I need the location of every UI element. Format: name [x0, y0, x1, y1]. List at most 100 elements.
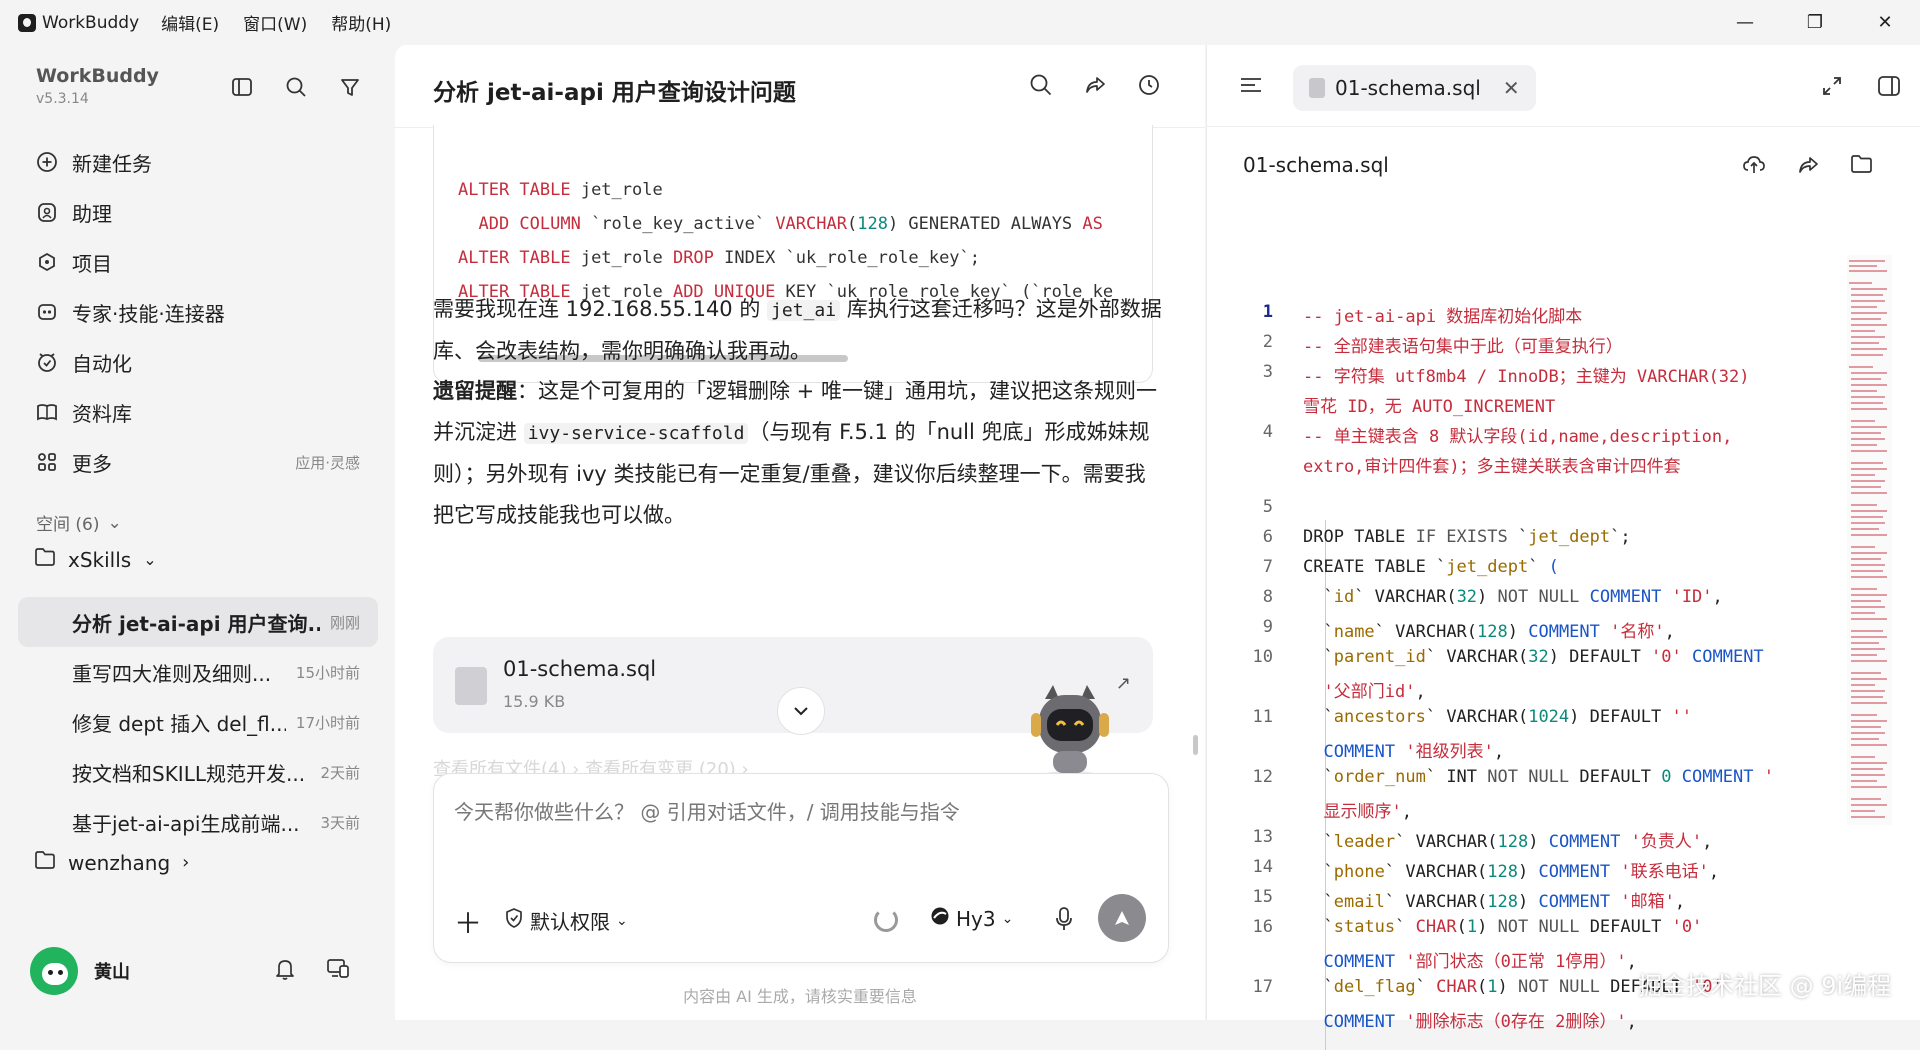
toggle-sidebar-icon[interactable]: [230, 75, 254, 99]
tab-file[interactable]: 01-schema.sql ✕: [1293, 65, 1536, 111]
nav-expert[interactable]: 专家·技能·连接器: [34, 287, 374, 337]
chevron-right-icon: ›: [182, 852, 190, 873]
model-logo-icon: [930, 906, 950, 931]
task-title: 基于jet-ai-api生成前端...: [72, 811, 300, 836]
line-number: 17: [1252, 977, 1273, 997]
send-button[interactable]: [1098, 894, 1146, 942]
line-number: 1: [1262, 302, 1273, 322]
line-number: 10: [1252, 647, 1273, 667]
nav-label: 项目: [72, 251, 112, 276]
user-bar: 黄山: [30, 947, 370, 995]
permission-label: 默认权限: [530, 910, 610, 934]
history-icon[interactable]: [1137, 73, 1161, 101]
assistant-icon: [34, 199, 60, 225]
menu-edit[interactable]: 编辑(E): [161, 10, 219, 35]
loading-spinner-icon: [874, 908, 898, 932]
code-minimap[interactable]: [1847, 255, 1892, 825]
bell-icon[interactable]: [274, 957, 296, 985]
close-window-button[interactable]: ✕: [1850, 0, 1920, 45]
file-size: 15.9 KB: [503, 692, 566, 711]
tab-label: 01-schema.sql: [1335, 76, 1481, 100]
space-header[interactable]: 空间 (6) ⌄: [36, 510, 122, 536]
filter-icon[interactable]: [338, 75, 362, 99]
code-line: -- 全部建表语句集中于此（可重复执行）: [1303, 337, 1623, 357]
code-line: 显示顺序',: [1323, 802, 1412, 822]
app-name: WorkBuddy: [42, 12, 140, 33]
microphone-icon[interactable]: [1054, 906, 1074, 936]
model-selector[interactable]: Hy3 ⌄: [930, 906, 1013, 931]
code-line: -- 字符集 utf8mb4 / InnoDB；主键为 VARCHAR(32): [1303, 367, 1750, 387]
nav-label: 专家·技能·连接器: [72, 301, 225, 326]
menu-help[interactable]: 帮助(H): [331, 10, 391, 35]
automation-icon: [34, 349, 60, 375]
folder-xskills[interactable]: xSkills ⌄: [34, 547, 157, 572]
task-title: 分析 jet-ai-api 用户查询...: [72, 611, 320, 636]
line-number: 14: [1252, 857, 1273, 877]
line-number: 4: [1262, 422, 1273, 442]
more-grid-icon: [34, 449, 60, 475]
code-line: CREATE TABLE `jet_dept` (: [1303, 557, 1559, 577]
chat-panel: 分析 jet-ai-api 用户查询设计问题 ALTER TABLE jet_r…: [395, 45, 1205, 1020]
search-icon[interactable]: [284, 75, 308, 99]
minimize-button[interactable]: —: [1710, 0, 1780, 45]
folder-wenzhang[interactable]: wenzhang ›: [34, 850, 189, 875]
line-number: 13: [1252, 827, 1273, 847]
task-item[interactable]: 修复 dept 插入 del_fl... 17小时前: [18, 697, 378, 747]
chevron-down-icon: ⌄: [107, 512, 122, 533]
permission-dropdown[interactable]: 默认权限 ⌄: [504, 906, 628, 935]
nav-automation[interactable]: 自动化: [34, 337, 374, 387]
chat-input[interactable]: 今天帮你做些什么？ @ 引用对话文件，/ 调用技能与指令: [454, 796, 960, 825]
open-folder-icon[interactable]: [1850, 153, 1874, 181]
folder-label: wenzhang: [68, 850, 171, 875]
menu-lines-icon[interactable]: [1239, 75, 1263, 99]
code-line: `parent_id` VARCHAR(32) DEFAULT '0' COMM…: [1303, 647, 1764, 667]
code-line: -- jet-ai-api 数据库初始化脚本: [1303, 307, 1583, 327]
code-line: COMMENT '祖级列表',: [1323, 742, 1505, 762]
file-icon: [1309, 78, 1325, 98]
panel-toggle-icon[interactable]: [1877, 75, 1901, 101]
chevron-down-icon: ⌄: [1001, 910, 1014, 927]
line-number: 2: [1262, 332, 1273, 352]
close-icon[interactable]: ✕: [1503, 76, 1520, 100]
share-icon[interactable]: [1083, 73, 1107, 101]
menu-window[interactable]: 窗口(W): [243, 10, 307, 35]
scroll-down-button[interactable]: [777, 687, 825, 735]
maximize-button[interactable]: ❐: [1780, 0, 1850, 45]
nav-library[interactable]: 资料库: [34, 387, 374, 437]
vertical-scrollbar[interactable]: [1193, 735, 1198, 755]
file-title: 01-schema.sql: [1243, 153, 1389, 177]
task-item[interactable]: 基于jet-ai-api生成前端... 3天前: [18, 797, 378, 847]
chevron-down-icon: ⌄: [616, 912, 628, 929]
nav-label: 更多: [72, 451, 112, 476]
folder-icon: [34, 850, 56, 875]
upload-icon[interactable]: [1742, 153, 1766, 181]
space-label: 空间 (6): [36, 515, 100, 535]
shield-check-icon: [504, 907, 524, 934]
chat-input-box[interactable]: 今天帮你做些什么？ @ 引用对话文件，/ 调用技能与指令 ＋ 默认权限 ⌄ Hy…: [433, 773, 1169, 963]
app-logo-icon: [18, 13, 36, 32]
code-line: `order_num` INT NOT NULL DEFAULT 0 COMME…: [1303, 767, 1774, 787]
task-time: 15小时前: [295, 663, 360, 682]
avatar[interactable]: [30, 947, 78, 995]
nav-project[interactable]: 项目: [34, 237, 374, 287]
nav-label: 自动化: [72, 351, 132, 376]
task-item[interactable]: 按文档和SKILL规范开发... 2天前: [18, 747, 378, 797]
devices-icon[interactable]: [326, 957, 350, 985]
nav-new-task[interactable]: 新建任务: [34, 137, 374, 187]
code-line: '父部门id',: [1323, 682, 1426, 702]
add-attachment-icon[interactable]: ＋: [454, 902, 482, 942]
code-line: COMMENT '部门状态（0正常 1停用）',: [1323, 952, 1637, 972]
nav-more[interactable]: 更多 应用·灵感: [34, 437, 374, 487]
task-item[interactable]: 重写四大准则及细则... 15小时前: [18, 647, 378, 697]
mascot-robot-icon: [1015, 677, 1125, 785]
task-time: 2天前: [320, 763, 360, 782]
nav-assistant[interactable]: 助理: [34, 187, 374, 237]
search-icon[interactable]: [1029, 73, 1053, 101]
line-number: 3: [1262, 362, 1273, 382]
sidebar: WorkBuddy v5.3.14 新建任务 助理 项目 专家·技能·连接器 自…: [0, 45, 395, 1020]
expand-icon[interactable]: [1821, 75, 1843, 101]
task-item[interactable]: 分析 jet-ai-api 用户查询... 刚刚: [18, 597, 378, 647]
code-line: 雪花 ID，无 AUTO_INCREMENT: [1303, 397, 1556, 417]
share-icon[interactable]: [1796, 153, 1820, 181]
nav-more-aside: 应用·灵感: [295, 453, 360, 472]
